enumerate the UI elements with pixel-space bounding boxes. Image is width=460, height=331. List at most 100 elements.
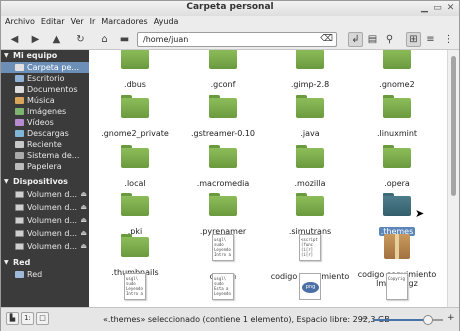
forward-icon[interactable]: ▶ bbox=[28, 32, 43, 47]
collapse-arrow-icon[interactable]: ▼ bbox=[4, 176, 9, 188]
file-grid[interactable]: .dbus .gconf .gimp-2.8 .gnome2 .gnome2_priva… bbox=[89, 50, 447, 307]
home-icon bbox=[15, 64, 24, 71]
sidebar-section-dispositivos[interactable]: ▼ Dispositivos bbox=[1, 176, 89, 188]
sidebar-item[interactable]: Carpeta pe... bbox=[1, 62, 89, 73]
sidebar-item[interactable]: Escritorio bbox=[1, 73, 89, 84]
status-bar: ▙ 1: □ «.themes» seleccionado (contiene … bbox=[1, 307, 459, 331]
file-item[interactable]: .pki bbox=[93, 193, 177, 236]
file-item[interactable]: .simutrans bbox=[268, 193, 352, 236]
location-bar[interactable]: /home/juan ⌫ bbox=[137, 32, 337, 47]
folder-icon bbox=[383, 95, 411, 118]
up-icon[interactable]: ▲ bbox=[49, 32, 64, 47]
sidebar-section-red[interactable]: ▼ Red bbox=[1, 257, 89, 269]
zoom-slider[interactable] bbox=[373, 315, 443, 325]
computer-icon[interactable]: ▬ bbox=[117, 32, 132, 47]
scrollbar[interactable] bbox=[447, 50, 459, 307]
file-item[interactable]: .pyrenamer bbox=[181, 193, 265, 236]
location-path: /home/juan bbox=[143, 35, 189, 44]
file-item[interactable]: .opera bbox=[355, 145, 439, 188]
file-item[interactable]: .gimp-2.8 bbox=[268, 50, 352, 89]
toggle-location-button[interactable]: ↲ bbox=[348, 32, 363, 47]
folder-icon bbox=[383, 145, 411, 168]
sidebar-item[interactable]: Volumen d... ⏏ bbox=[1, 188, 89, 201]
eject-icon[interactable]: ⏏ bbox=[80, 240, 87, 253]
recent-icon bbox=[15, 141, 24, 148]
zoom-out-icon[interactable]: − bbox=[361, 314, 369, 324]
file-item[interactable]: pngfooter bbox=[268, 273, 352, 307]
file-item[interactable]: usgl\ sudo Esta a Leyendofirefox ultimo bbox=[181, 273, 265, 307]
treeview-sidebar-button[interactable]: 1: bbox=[21, 312, 34, 325]
back-icon[interactable]: ◀ bbox=[7, 32, 22, 47]
status-text: «.themes» seleccionado (contiene 1 eleme… bbox=[103, 315, 390, 324]
hide-sidebar-button[interactable]: □ bbox=[36, 312, 49, 325]
eject-icon[interactable]: ⏏ bbox=[80, 201, 87, 214]
file-item[interactable]: .gnome2 bbox=[355, 50, 439, 89]
show-sidebar-button[interactable]: ▙ bbox=[6, 312, 19, 325]
menu-ver[interactable]: Ver bbox=[67, 16, 86, 26]
sidebar-item[interactable]: Documentos bbox=[1, 84, 89, 95]
drive-icon bbox=[15, 243, 24, 250]
collapse-arrow-icon[interactable]: ▼ bbox=[4, 257, 9, 269]
sidebar-item[interactable]: Papelera bbox=[1, 161, 89, 172]
file-item[interactable]: .java bbox=[268, 95, 352, 138]
image-file-icon: png bbox=[299, 273, 321, 300]
menu-archivo[interactable]: Archivo bbox=[1, 16, 37, 26]
file-item[interactable]: .dbus bbox=[93, 50, 177, 89]
icon-view-button[interactable]: ⊞ bbox=[406, 32, 421, 47]
file-item[interactable]: .gconf bbox=[181, 50, 265, 89]
eject-icon[interactable]: ⏏ bbox=[80, 227, 87, 240]
sidebar-item[interactable]: Red bbox=[1, 269, 89, 280]
sidebar-item[interactable]: Música bbox=[1, 95, 89, 106]
collapse-arrow-icon[interactable]: ▼ bbox=[4, 50, 9, 62]
file-item[interactable]: .thumbnails bbox=[93, 234, 177, 277]
sidebar-item[interactable]: Reciente bbox=[1, 139, 89, 150]
scrollbar-thumb[interactable] bbox=[451, 56, 456, 196]
minimize-icon[interactable]: ▁ bbox=[419, 3, 430, 14]
sidebar-item[interactable]: Sistema de... bbox=[1, 150, 89, 161]
file-item[interactable]: .local bbox=[93, 145, 177, 188]
menu-ayuda[interactable]: Ayuda bbox=[150, 16, 181, 26]
sidebar-item[interactable]: Volumen d... ⏏ bbox=[1, 201, 89, 214]
file-item[interactable]: .gnome2_private bbox=[93, 95, 177, 138]
sidebar-item[interactable]: Imágenes bbox=[1, 106, 89, 117]
file-item[interactable]: .linuxmint bbox=[355, 95, 439, 138]
file-item[interactable]: .gstreamer-0.10 bbox=[181, 95, 265, 138]
close-icon[interactable]: ✕ bbox=[445, 3, 456, 14]
sidebar-item[interactable]: Vídeos bbox=[1, 117, 89, 128]
file-item[interactable]: .mozilla bbox=[268, 145, 352, 188]
sidebar-item[interactable]: Volumen d... ⏏ bbox=[1, 240, 89, 253]
window-title: Carpeta personal bbox=[186, 2, 274, 12]
menu-ir[interactable]: Ir bbox=[86, 16, 98, 26]
maximize-icon[interactable]: ▭ bbox=[432, 3, 443, 14]
sidebar-item[interactable]: Volumen d... ⏏ bbox=[1, 214, 89, 227]
zoom-slider-knob[interactable] bbox=[422, 315, 433, 325]
file-item[interactable]: Copyriggenesis footer bbox=[355, 273, 439, 307]
search-icon[interactable]: ⚲ bbox=[382, 32, 397, 47]
clear-location-icon[interactable]: ⌫ bbox=[320, 33, 333, 46]
menu-editar[interactable]: Editar bbox=[37, 16, 67, 26]
sidebar-item-label: Vídeos bbox=[27, 118, 54, 127]
reload-icon[interactable]: ↻ bbox=[73, 32, 88, 47]
file-item[interactable]: .macromedia bbox=[181, 145, 265, 188]
file-item[interactable]: usgl\ sudo Leyendo Intro adconftools bbox=[93, 273, 177, 307]
zoom-in-icon[interactable]: + bbox=[447, 313, 455, 323]
sidebar-item-label: Reciente bbox=[27, 140, 62, 149]
sidebar-item[interactable]: Descargas bbox=[1, 128, 89, 139]
home-icon[interactable]: ⌂ bbox=[97, 32, 112, 47]
sidebar-item[interactable]: Volumen d... ⏏ bbox=[1, 227, 89, 240]
compact-view-icon[interactable]: ⋮ bbox=[441, 32, 456, 47]
file-item[interactable]: .themes bbox=[355, 193, 439, 236]
eject-icon[interactable]: ⏏ bbox=[80, 214, 87, 227]
folder-icon bbox=[209, 50, 237, 69]
sidebar-section-title: Mi equipo bbox=[13, 51, 58, 60]
eject-icon[interactable]: ⏏ bbox=[80, 188, 87, 201]
list-view-icon[interactable]: ≡ bbox=[423, 32, 438, 47]
title-bar[interactable]: Carpeta personal ▁ ▭ ✕ bbox=[1, 1, 459, 16]
toggle-pathbar-icon[interactable]: ▤ bbox=[365, 32, 380, 47]
file-name: .gnome2_private bbox=[101, 129, 169, 138]
file-name: .gnome2 bbox=[379, 80, 415, 89]
sidebar-section-mi-equipo[interactable]: ▼ Mi equipo bbox=[1, 50, 89, 62]
menu-marcadores[interactable]: Marcadores bbox=[97, 16, 149, 26]
archive-icon bbox=[384, 234, 410, 259]
sidebar-item-label: Imágenes bbox=[27, 107, 67, 116]
